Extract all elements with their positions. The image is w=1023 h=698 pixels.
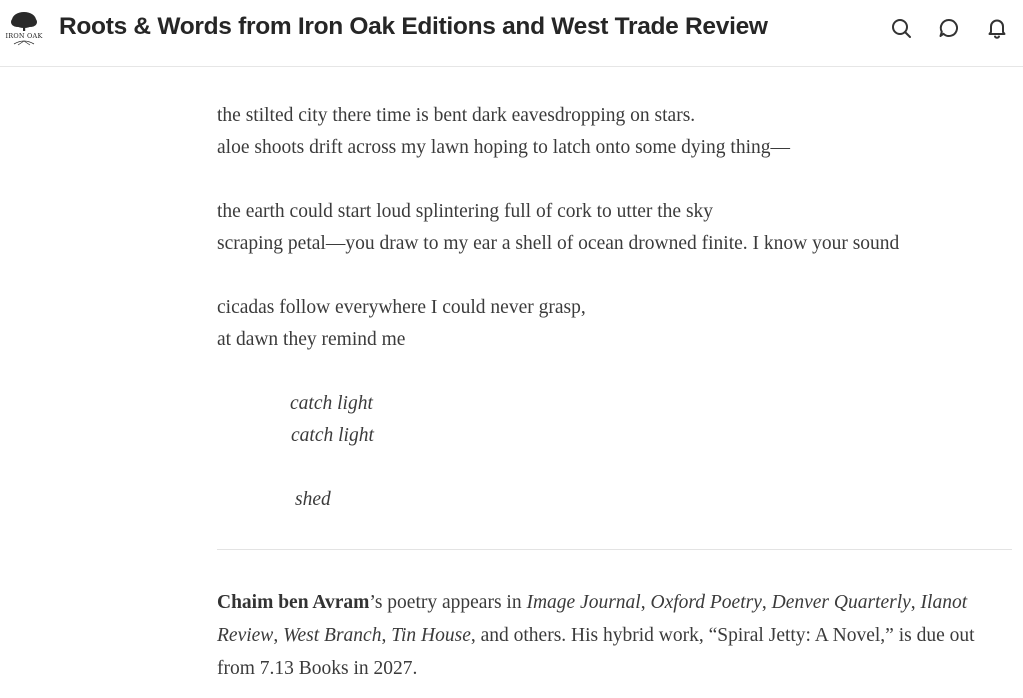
bio-separator: ,: [273, 625, 284, 646]
oak-tree-icon: [11, 12, 37, 46]
publication-name: Image Journal: [526, 592, 641, 613]
bio-separator: ,: [381, 625, 392, 646]
publication-name: Tin House: [391, 625, 471, 646]
bio-text: ’s poetry appears in: [369, 592, 527, 613]
poem-line: the stilted city there time is bent dark…: [217, 105, 696, 126]
poem-line: cicadas follow everywhere I could never …: [217, 297, 586, 318]
poem-line: scraping petal—you draw to my ear a shel…: [217, 233, 900, 254]
top-header: IRON OAK Roots & Words from Iron Oak Edi…: [0, 0, 1023, 67]
author-bio: Chaim ben Avram’s poetry appears in Imag…: [217, 586, 1007, 685]
divider: [217, 549, 1012, 550]
poem-italic-line: catch light: [291, 425, 374, 446]
poem-italic-line: catch light: [290, 393, 373, 414]
search-icon[interactable]: [890, 17, 912, 39]
poem-line: at dawn they remind me: [217, 329, 406, 350]
bio-separator: ,: [761, 592, 772, 613]
poem-body: the stilted city there time is bent dark…: [217, 100, 1017, 516]
logo-text: IRON OAK: [5, 32, 43, 40]
bio-separator: ,: [910, 592, 921, 613]
poem-italic-line: shed: [295, 489, 331, 510]
author-name: Chaim ben Avram: [217, 592, 370, 613]
publication-name: West Branch: [283, 625, 382, 646]
publication-name: Denver Quarterly: [771, 592, 911, 613]
bell-icon[interactable]: [986, 17, 1008, 39]
site-title[interactable]: Roots & Words from Iron Oak Editions and…: [59, 13, 768, 41]
poem-line: the earth could start loud splintering f…: [217, 201, 714, 222]
poem-line: aloe shoots drift across my lawn hoping …: [217, 137, 791, 158]
publication-name: Oxford Poetry: [650, 592, 762, 613]
comment-icon[interactable]: [938, 17, 960, 39]
publication-logo[interactable]: IRON OAK: [4, 11, 44, 47]
